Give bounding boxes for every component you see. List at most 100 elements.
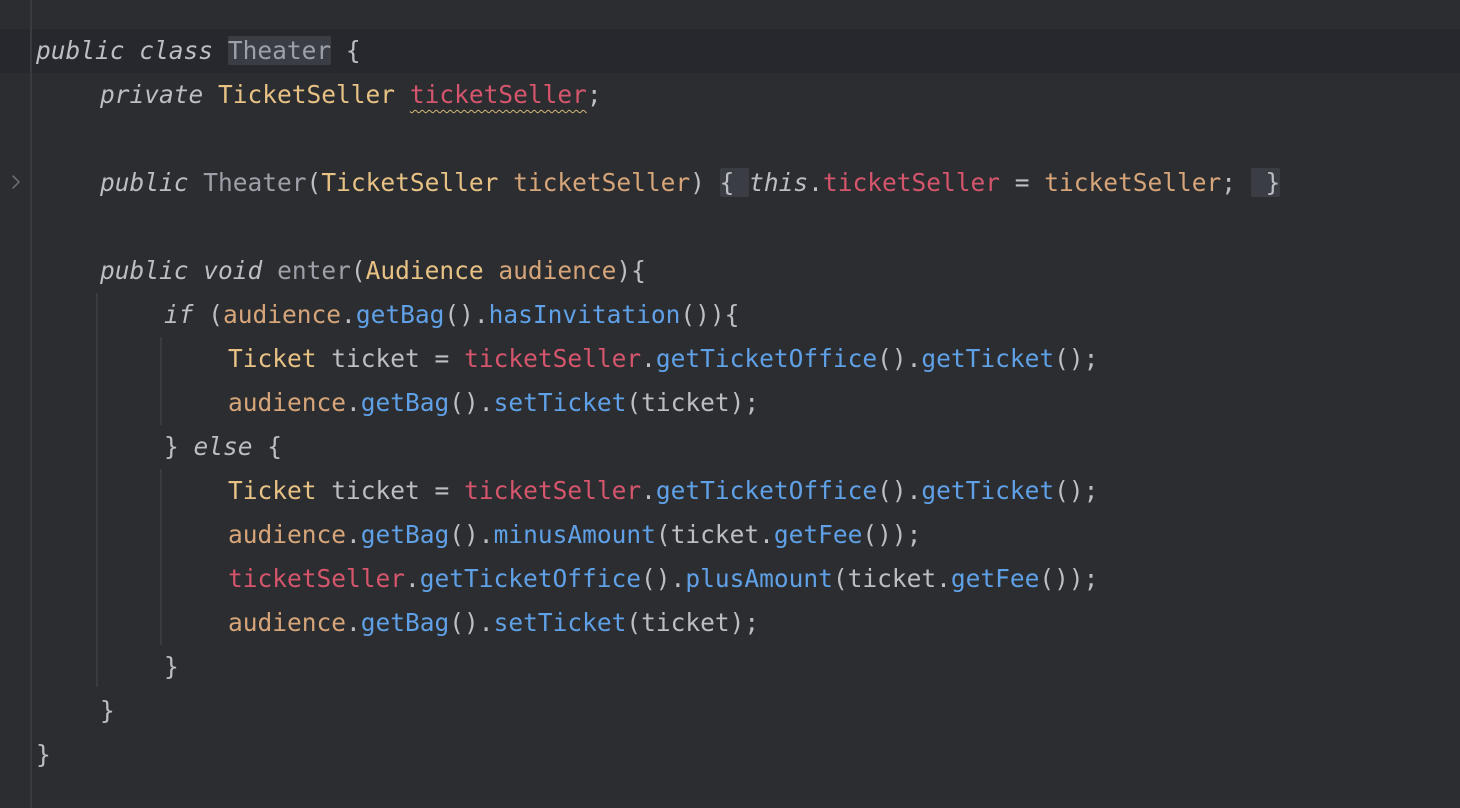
code-line: public Theater(TicketSeller ticketSeller… <box>100 161 1281 205</box>
punctuation: (). <box>877 476 922 505</box>
punctuation: ); <box>729 388 760 417</box>
method-call: getBag <box>360 520 450 549</box>
parameter-name: audience <box>223 300 342 329</box>
method-call: getTicket <box>921 344 1055 373</box>
variable-name: ticket <box>847 564 937 593</box>
gutter-separator <box>30 0 32 808</box>
method-declaration: enter <box>277 256 351 285</box>
method-call: getTicketOffice <box>655 344 878 373</box>
punctuation: ( <box>193 300 224 329</box>
punctuation: (); <box>1054 476 1099 505</box>
keyword: public <box>100 168 189 197</box>
punctuation: ){ <box>616 256 646 285</box>
code-line: public void enter(Audience audience){ <box>100 249 646 293</box>
method-call: getTicketOffice <box>655 476 878 505</box>
indent-guide <box>160 337 162 425</box>
method-call: getFee <box>950 564 1040 593</box>
parameter-name: audience <box>228 520 347 549</box>
field-name: ticketSeller <box>228 564 406 593</box>
keyword: class <box>139 36 214 65</box>
code-line: } else { <box>164 425 282 469</box>
code-line: } <box>100 689 115 733</box>
method-call: getFee <box>773 520 863 549</box>
punctuation: . <box>936 564 951 593</box>
punctuation: ( <box>655 520 671 549</box>
constructor-name: Theater <box>203 168 307 197</box>
punctuation: ); <box>729 608 760 637</box>
brace: } <box>164 652 179 681</box>
punctuation: . <box>759 520 774 549</box>
punctuation: ; <box>586 80 602 109</box>
keyword: public <box>36 36 125 65</box>
punctuation: . <box>346 608 361 637</box>
punctuation: . <box>405 564 420 593</box>
code-line: audience.getBag().minusAmount(ticket.get… <box>228 513 921 557</box>
brace: } <box>100 696 115 725</box>
variable-name: ticket <box>670 520 760 549</box>
indent-guide <box>160 469 162 645</box>
brace: { <box>252 432 283 461</box>
folded-region-end[interactable]: } <box>1250 168 1281 197</box>
brace: } <box>164 432 194 461</box>
method-call: plusAmount <box>685 564 833 593</box>
type-name: Ticket <box>228 476 317 505</box>
chevron-right-icon[interactable] <box>8 168 24 196</box>
punctuation: ( <box>306 168 322 197</box>
punctuation: ()){ <box>680 300 740 329</box>
keyword: this <box>749 168 809 197</box>
punctuation: (). <box>877 344 922 373</box>
punctuation: ) <box>690 168 705 197</box>
type-name: Ticket <box>228 344 317 373</box>
operator: = <box>419 476 465 505</box>
method-call: minusAmount <box>493 520 656 549</box>
punctuation: . <box>346 520 361 549</box>
method-call: setTicket <box>493 608 627 637</box>
keyword: if <box>164 300 194 329</box>
punctuation: (). <box>444 300 489 329</box>
punctuation: . <box>641 344 656 373</box>
brace: } <box>36 740 51 769</box>
code-line: Ticket ticket = ticketSeller.getTicketOf… <box>228 469 1098 513</box>
field-name: ticketSeller <box>464 344 642 373</box>
punctuation: ( <box>626 388 642 417</box>
keyword: else <box>193 432 253 461</box>
punctuation: (). <box>641 564 686 593</box>
parameter-name: ticketSeller <box>1044 168 1222 197</box>
operator: = <box>999 168 1045 197</box>
punctuation: ; <box>1221 168 1236 197</box>
parameter-name: audience <box>498 256 617 285</box>
code-line: private TicketSeller ticketSeller; <box>100 73 602 117</box>
type-name: Audience <box>365 256 484 285</box>
punctuation: ( <box>832 564 848 593</box>
punctuation: (). <box>449 388 494 417</box>
type-name: TicketSeller <box>321 168 499 197</box>
punctuation: . <box>346 388 361 417</box>
punctuation: . <box>808 168 823 197</box>
method-call: getTicket <box>921 476 1055 505</box>
parameter-name: ticketSeller <box>513 168 691 197</box>
punctuation: (); <box>1054 344 1099 373</box>
code-line: } <box>36 733 51 777</box>
code-line: ticketSeller.getTicketOffice().plusAmoun… <box>228 557 1098 601</box>
folded-region-start[interactable]: { <box>719 168 750 197</box>
code-editor[interactable]: public class Theater { private TicketSel… <box>0 0 1460 808</box>
variable-name: ticket <box>641 388 730 417</box>
variable-name: ticket <box>331 344 420 373</box>
method-call: getBag <box>355 300 445 329</box>
punctuation: . <box>341 300 356 329</box>
variable-name: ticket <box>331 476 420 505</box>
variable-name: ticket <box>641 608 730 637</box>
brace: { <box>345 36 361 65</box>
keyword: void <box>203 256 263 285</box>
code-line: audience.getBag().setTicket(ticket); <box>228 601 759 645</box>
code-line: Ticket ticket = ticketSeller.getTicketOf… <box>228 337 1098 381</box>
keyword: public <box>100 256 189 285</box>
parameter-name: audience <box>228 608 347 637</box>
class-name: Theater <box>227 36 332 65</box>
punctuation: ()); <box>1039 564 1099 593</box>
indent-guide <box>96 293 98 687</box>
field-name: ticketSeller <box>822 168 1000 197</box>
field-name: ticketSeller <box>409 80 587 109</box>
code-line: } <box>164 645 179 689</box>
parameter-name: audience <box>228 388 347 417</box>
